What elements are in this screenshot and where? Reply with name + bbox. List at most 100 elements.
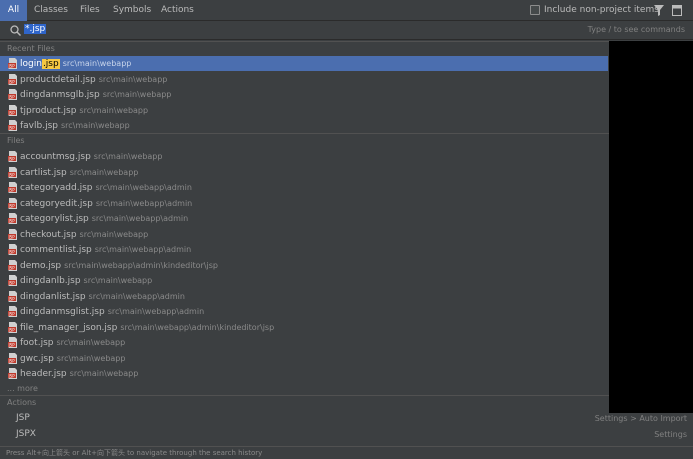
file-name: header.jsp src\main\webapp: [20, 366, 138, 382]
svg-text:JSP: JSP: [8, 187, 15, 192]
file-name-text: dingdanmsglb.jsp: [20, 90, 100, 100]
search-icon: [10, 25, 21, 36]
file-row[interactable]: JSP dingdanlb.jsp src\main\webapp: [0, 273, 608, 288]
jsp-file-icon: JSP: [8, 275, 17, 286]
file-path: src\main\webapp: [79, 229, 149, 239]
svg-text:JSP: JSP: [8, 79, 15, 84]
file-name-text: dingdanlist.jsp: [20, 291, 86, 302]
jsp-file-icon: JSP: [8, 259, 17, 271]
jsp-file-icon: JSP: [8, 337, 17, 348]
file-path: src\main\webapp\admin: [95, 198, 193, 208]
file-row[interactable]: JSP foot.jsp src\main\webapp: [0, 335, 608, 350]
file-name-text: productdetail.jsp: [20, 74, 96, 85]
file-path: src\main\webapp: [56, 338, 126, 347]
svg-text:JSP: JSP: [8, 156, 15, 161]
file-row[interactable]: JSP categoryedit.jsp src\main\webapp\admin: [0, 196, 608, 211]
file-name-text: favlb.jsp: [20, 121, 58, 131]
file-path: src\main\webapp: [69, 167, 139, 177]
file-row[interactable]: JSP cartlist.jsp src\main\webapp: [0, 165, 608, 180]
file-name: dingdanlb.jsp src\main\webapp: [20, 273, 152, 289]
more-link[interactable]: ... more: [7, 384, 38, 393]
tab-symbols[interactable]: Symbols: [113, 0, 151, 21]
file-name: favlb.jsp src\main\webapp: [20, 118, 130, 134]
file-name: dingdanmsglist.jsp src\main\webapp\admin: [20, 304, 204, 320]
jsp-file-icon: JSP: [8, 352, 17, 364]
svg-text:JSP: JSP: [8, 327, 15, 332]
status-bar: Press Alt+向上箭头 or Alt+向下箭头 to navigate t…: [0, 446, 693, 459]
file-row[interactable]: JSP dingdanmsglb.jsp src\main\webapp: [0, 87, 608, 102]
tab-classes[interactable]: Classes: [34, 0, 68, 21]
file-row[interactable]: JSP file_manager_json.jsp src\main\webapp\…: [0, 320, 608, 335]
files-header: Files: [0, 133, 693, 147]
file-name-text: commentlist.jsp: [20, 245, 92, 255]
tab-actions[interactable]: Actions: [161, 0, 194, 21]
search-query: *.jsp: [24, 24, 47, 34]
action-name: JSPX: [16, 428, 36, 439]
file-name-text: header.jsp: [20, 369, 67, 379]
file-path: src\main\webapp\admin\kindeditor\jsp: [120, 322, 275, 332]
file-row[interactable]: JSP categoryadd.jsp src\main\webapp\admin: [0, 180, 608, 195]
svg-text:JSP: JSP: [8, 358, 15, 363]
file-row[interactable]: JSP categorylist.jsp src\main\webapp\admin: [0, 211, 608, 226]
file-row[interactable]: JSP demo.jsp src\main\webapp\admin\kindedi…: [0, 258, 608, 273]
file-path: src\main\webapp: [62, 59, 132, 68]
filter-icon[interactable]: [654, 5, 664, 16]
file-name: categoryedit.jsp src\main\webapp\admin: [20, 196, 192, 212]
tab-files[interactable]: Files: [80, 0, 100, 21]
jsp-file-icon: JSP: [8, 89, 17, 100]
action-row[interactable]: JSPX Settings: [0, 427, 693, 442]
file-row[interactable]: JSP login.jsp src\main\webapp: [0, 56, 608, 71]
file-name: foot.jsp src\main\webapp: [20, 335, 125, 351]
jsp-file-icon: JSP: [8, 197, 17, 209]
file-row[interactable]: JSP header.jsp src\main\webapp: [0, 366, 608, 381]
file-row[interactable]: JSP commentlist.jsp src\main\webapp\admin: [0, 242, 608, 257]
file-path: src\main\webapp: [98, 74, 168, 84]
file-row[interactable]: JSP dingdanlist.jsp src\main\webapp\admin: [0, 289, 608, 304]
action-row[interactable]: JSP Settings > Auto Import: [0, 411, 693, 426]
jsp-file-icon: JSP: [8, 166, 17, 178]
file-name: dingdanlist.jsp src\main\webapp\admin: [20, 289, 185, 305]
svg-text:JSP: JSP: [8, 94, 15, 99]
search-bar: *.jsp Type / to see commands: [0, 21, 693, 40]
file-name: productdetail.jsp src\main\webapp: [20, 72, 167, 88]
jsp-file-icon: JSP: [8, 290, 17, 302]
file-name-text: tjproduct.jsp: [20, 105, 77, 116]
svg-text:JSP: JSP: [8, 265, 15, 270]
checkbox-box[interactable]: [530, 5, 540, 15]
file-row[interactable]: JSP tjproduct.jsp src\main\webapp: [0, 103, 608, 118]
file-path: src\main\webapp\admin: [91, 214, 189, 223]
file-name-text: categorylist.jsp: [20, 214, 89, 224]
svg-text:JSP: JSP: [8, 218, 15, 223]
file-name: categoryadd.jsp src\main\webapp\admin: [20, 180, 192, 196]
file-row[interactable]: JSP productdetail.jsp src\main\webapp: [0, 72, 608, 87]
search-hint: Type / to see commands: [587, 25, 685, 34]
preview-icon[interactable]: [672, 5, 682, 16]
preview-panel: [609, 41, 693, 413]
file-path: src\main\webapp: [61, 121, 130, 130]
file-row[interactable]: JSP accountmsg.jsp src\main\webapp: [0, 149, 608, 164]
match-highlight: .jsp: [41, 59, 60, 69]
svg-text:JSP: JSP: [8, 280, 15, 285]
svg-text:JSP: JSP: [8, 234, 15, 239]
jsp-file-icon: JSP: [8, 182, 17, 193]
file-row[interactable]: JSP checkout.jsp src\main\webapp: [0, 227, 608, 242]
action-name: JSP: [16, 413, 30, 423]
tab-all[interactable]: All: [0, 0, 27, 21]
file-name: commentlist.jsp src\main\webapp\admin: [20, 242, 191, 258]
file-row[interactable]: JSP dingdanmsglist.jsp src\main\webapp\adm…: [0, 304, 608, 319]
svg-text:JSP: JSP: [8, 110, 15, 115]
file-row[interactable]: JSP gwc.jsp src\main\webapp: [0, 351, 608, 366]
svg-text:JSP: JSP: [8, 203, 15, 208]
file-name-text: dingdanmsglist.jsp: [20, 307, 105, 317]
action-location: Settings: [654, 429, 687, 439]
search-input[interactable]: *.jsp: [24, 24, 47, 37]
file-name-text: cartlist.jsp: [20, 167, 67, 178]
file-name-prefix: login: [20, 59, 42, 69]
file-name-text: file_manager_json.jsp: [20, 322, 118, 333]
file-path: src\main\webapp\admin: [94, 245, 192, 254]
file-name: accountmsg.jsp src\main\webapp: [20, 149, 162, 165]
file-path: src\main\webapp: [56, 353, 126, 363]
file-name-text: foot.jsp: [20, 338, 54, 348]
file-row[interactable]: JSP favlb.jsp src\main\webapp: [0, 118, 608, 133]
file-path: src\main\webapp\admin: [95, 183, 192, 192]
